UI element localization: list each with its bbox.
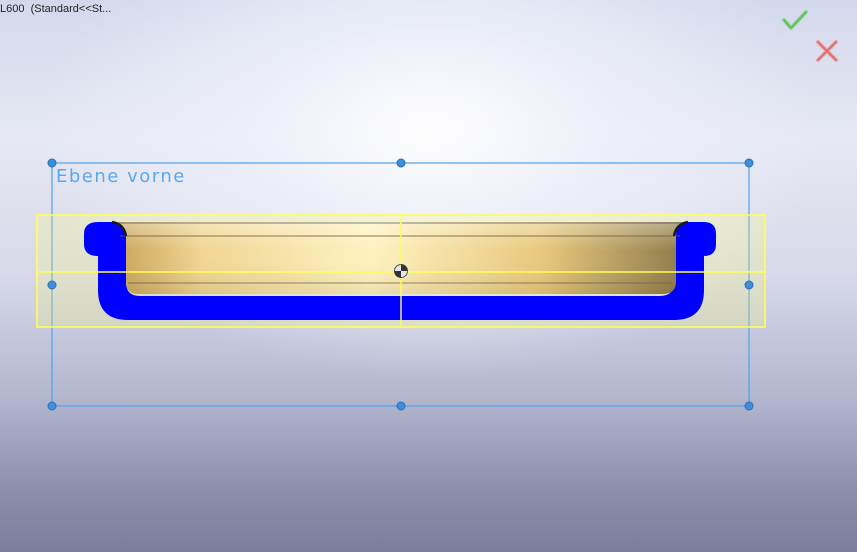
graphics-area[interactable]: L600 (Standard<<St... Ebene vorne xyxy=(0,0,857,552)
origin-marker[interactable] xyxy=(394,264,408,278)
model-scene: Ebene vorne xyxy=(36,158,766,411)
plane-label: Ebene vorne xyxy=(56,166,186,187)
